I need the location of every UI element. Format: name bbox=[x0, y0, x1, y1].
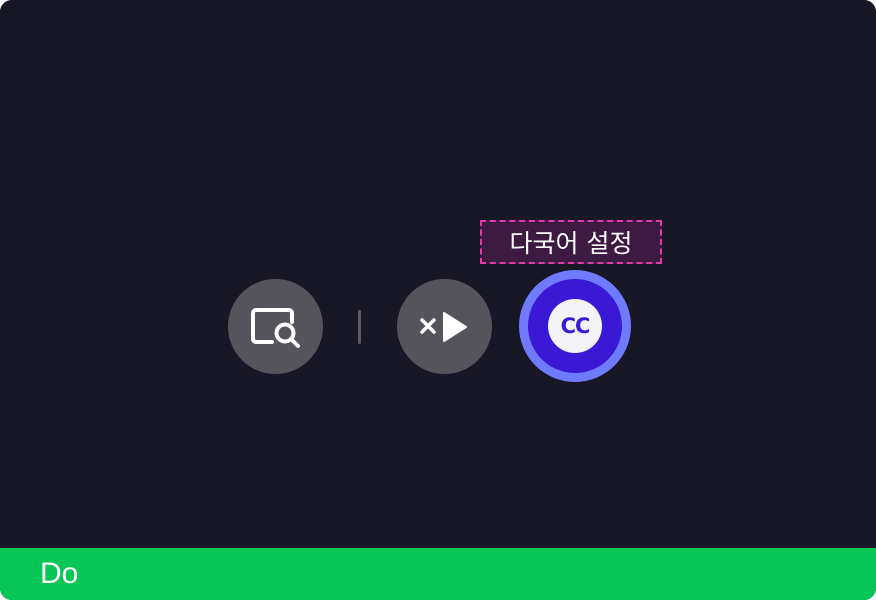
cc-icon-label: CC bbox=[560, 314, 591, 338]
search-scene-button[interactable] bbox=[228, 279, 323, 374]
example-card: CC 다국어 설정 Do bbox=[0, 0, 876, 600]
subtitles-button-core: CC bbox=[528, 279, 622, 373]
skip-play-button[interactable] bbox=[397, 279, 492, 374]
search-screen-icon bbox=[250, 307, 300, 348]
control-divider bbox=[358, 310, 361, 344]
subtitles-tooltip: 다국어 설정 bbox=[480, 220, 662, 264]
do-banner: Do bbox=[0, 548, 876, 600]
player-stage: CC 다국어 설정 bbox=[0, 0, 876, 548]
tooltip-text: 다국어 설정 bbox=[509, 229, 633, 258]
close-play-icon bbox=[419, 311, 467, 342]
cc-icon: CC bbox=[548, 299, 602, 353]
do-label: Do bbox=[40, 557, 79, 590]
subtitles-button[interactable]: CC bbox=[519, 270, 631, 382]
